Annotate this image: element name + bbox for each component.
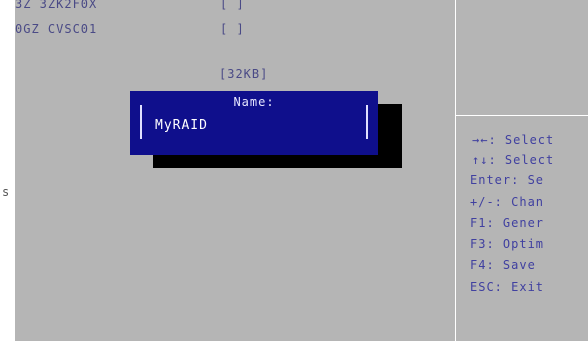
help-item: F3: Optim [470,237,545,251]
help-item: →←: Select [472,133,555,147]
help-item: Enter: Se [470,173,545,187]
left-margin: s [0,0,15,341]
panel-divider [455,0,456,341]
device-row-2-checkbox[interactable]: [ ] [220,22,245,36]
device-row-2-name: 0GZ CVSC01 [15,22,98,36]
help-item: ESC: Exit [470,280,545,294]
help-item: ↑↓: Select [472,153,555,167]
dialog-title: Name: [233,95,275,109]
edge-glyph: s [2,185,10,199]
name-dialog[interactable]: Name: MyRAID [130,91,378,155]
device-row-1-checkbox[interactable]: [ ] [220,0,245,11]
help-item: F1: Gener [470,216,545,230]
name-input[interactable]: MyRAID [155,118,355,133]
strip-size-value: [32KB] [219,67,269,81]
input-right-bracket [366,105,368,139]
help-separator [456,115,588,116]
help-item: +/-: Chan [470,195,545,209]
device-row-1-name: 3Z 3ZK2F0X [15,0,98,11]
bios-screen: s 3Z 3ZK2F0X [ ] 0GZ CVSC01 [ ] [32KB] →… [0,0,588,341]
input-left-bracket [140,105,142,139]
help-item: F4: Save [470,258,545,272]
